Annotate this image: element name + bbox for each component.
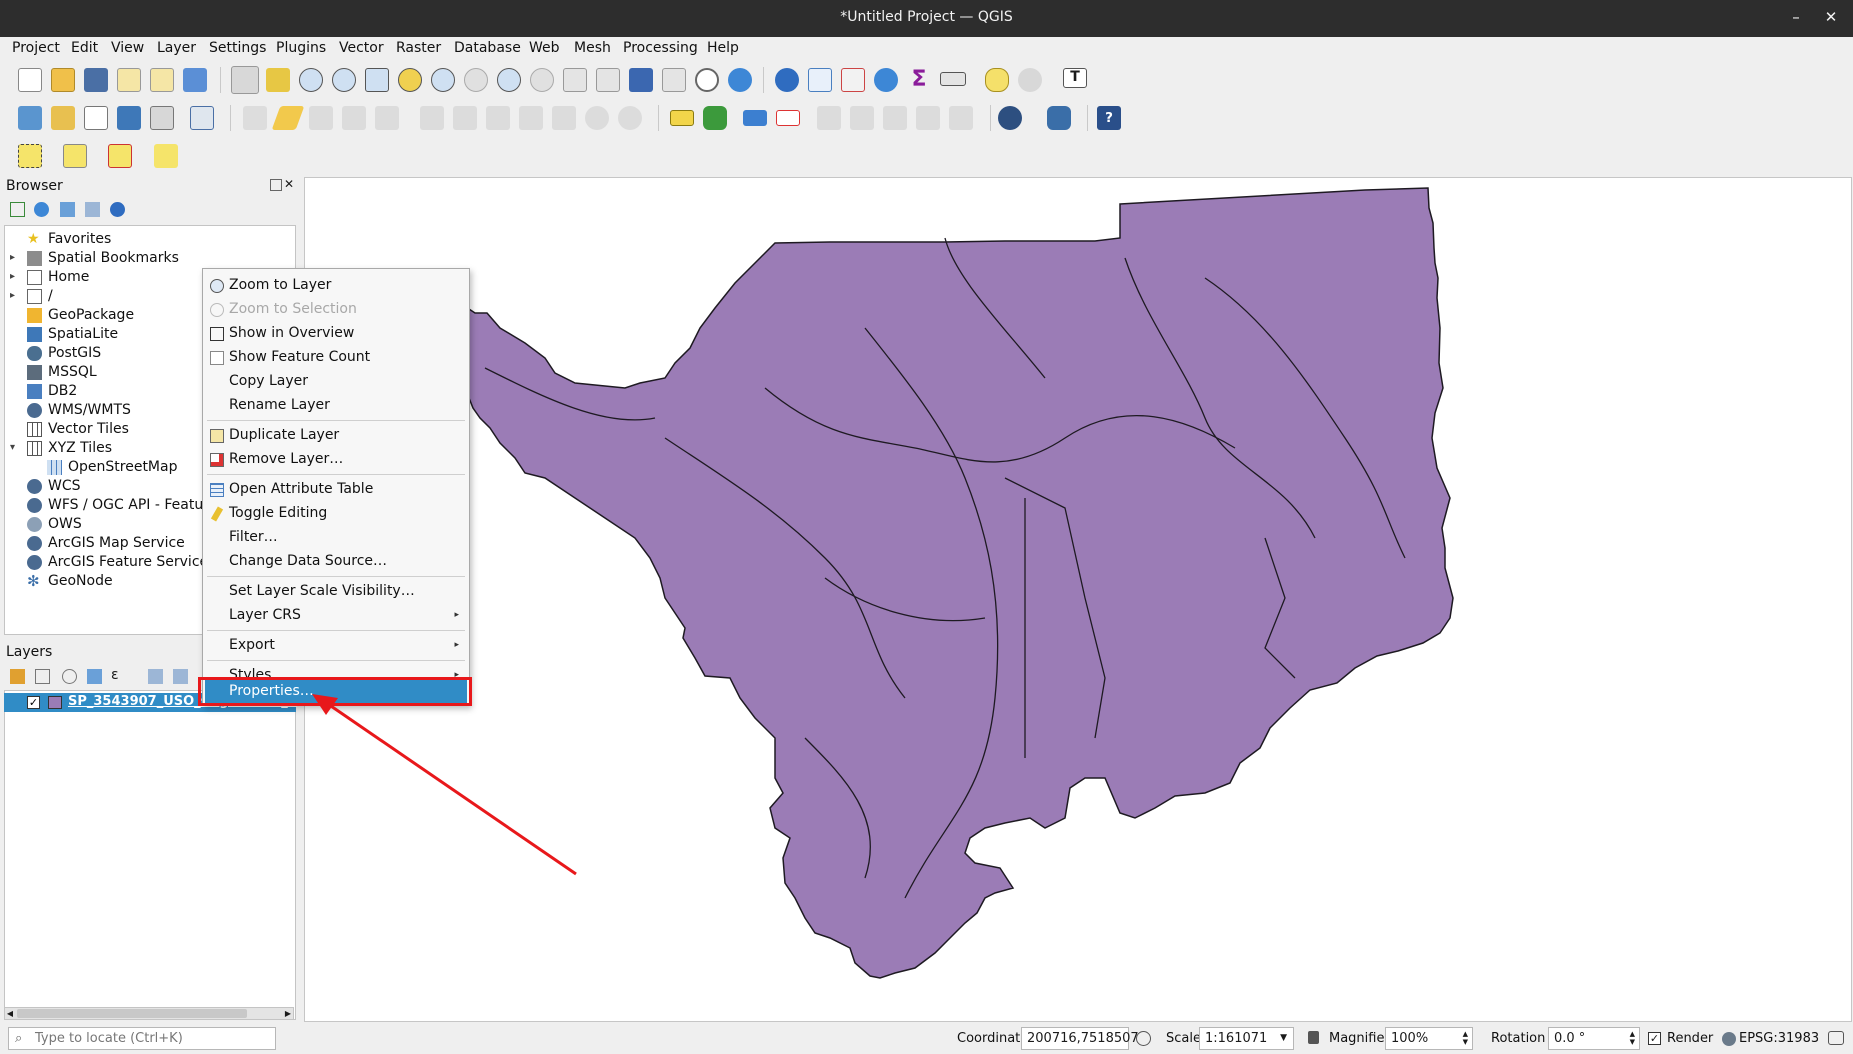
search-icon: ⌕ [15,1031,23,1046]
magnifier-label: Magnifier [1329,1031,1390,1046]
messages-icon[interactable] [1828,1031,1844,1045]
magnifier-value: 100% [1391,1031,1429,1046]
chevron-down-icon: ▼ [1280,1033,1287,1043]
render-checkbox[interactable]: ✓ [1648,1032,1661,1045]
rotation-spinbox[interactable]: 0.0 ° ▲ ▼ [1548,1027,1640,1050]
annotation-arrow [312,694,577,876]
spin-arrows-icon[interactable]: ▲ ▼ [1463,1030,1468,1046]
statusbar: ⌕ Type to locate (Ctrl+K) Coordinate 200… [0,1024,1853,1054]
scale-value: 1:161071 [1205,1031,1268,1046]
rotation-label: Rotation [1491,1031,1546,1046]
lock-icon[interactable] [1308,1031,1319,1044]
annotation-arrow-line [327,702,577,876]
coordinate-field[interactable]: 200716,7518507 [1021,1027,1139,1050]
scale-combobox[interactable]: 1:161071 ▼ [1199,1027,1294,1050]
coordinate-label: Coordinate [957,1031,1029,1046]
render-label: Render [1667,1031,1714,1046]
locator-search[interactable]: ⌕ Type to locate (Ctrl+K) [8,1027,276,1050]
rotation-value: 0.0 ° [1554,1031,1586,1046]
crs-globe-icon[interactable] [1722,1032,1736,1046]
magnifier-spinbox[interactable]: 100% ▲ ▼ [1385,1027,1473,1050]
toggle-extents-icon[interactable] [1136,1031,1151,1046]
scale-label: Scale [1166,1031,1201,1046]
locator-placeholder: Type to locate (Ctrl+K) [35,1031,183,1046]
spin-arrows-icon[interactable]: ▲ ▼ [1630,1030,1635,1046]
annotation-arrow-head [312,694,338,715]
crs-label[interactable]: EPSG:31983 [1739,1031,1819,1046]
